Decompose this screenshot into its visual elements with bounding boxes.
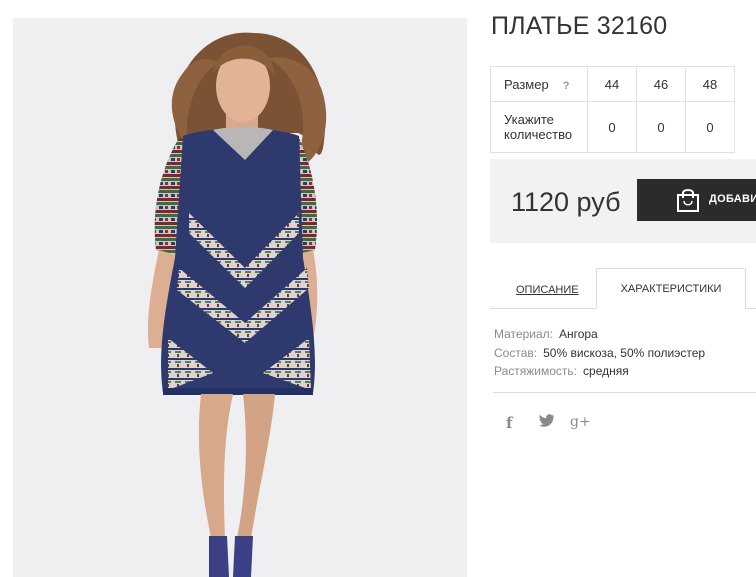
characteristic-value: средняя <box>583 364 629 378</box>
product-photo[interactable] <box>13 18 467 577</box>
characteristic-key: Состав: <box>494 345 538 360</box>
shopping-bag-icon <box>675 187 701 218</box>
characteristic-value: Ангора <box>558 327 598 341</box>
google-plus-icon[interactable]: g+ <box>570 414 591 430</box>
characteristic-row: Материал: Ангора <box>494 325 705 344</box>
size-help-icon[interactable]: ? <box>563 80 570 92</box>
tab-description[interactable]: ОПИСАНИЕ <box>516 284 579 296</box>
quantity-input-44[interactable]: 0 <box>587 101 637 153</box>
size-option-48[interactable]: 48 <box>685 66 735 102</box>
add-to-cart-button[interactable]: ДОБАВИ <box>637 179 756 221</box>
add-to-cart-label: ДОБАВИ <box>709 193 756 205</box>
characteristic-key: Материал: <box>494 327 553 341</box>
buy-box: 1120 руб ДОБАВИ <box>490 159 756 243</box>
quantity-input-46[interactable]: 0 <box>636 101 686 153</box>
size-label: Размер <box>504 76 549 92</box>
product-price: 1120 руб <box>511 187 621 217</box>
tab-characteristics[interactable]: ХАРАКТЕРИСТИКИ <box>596 268 746 309</box>
size-label-cell: Размер? <box>490 66 588 102</box>
characteristics-list: Материал: Ангора Состав: 50% вискоза, 50% … <box>494 325 705 381</box>
social-divider <box>493 392 756 393</box>
twitter-icon[interactable] <box>539 414 555 432</box>
quantity-label-line2: количество <box>504 127 573 142</box>
product-title: ПЛАТЬЕ 32160 <box>491 12 668 40</box>
product-tabs: ОПИСАНИЕ ХАРАКТЕРИСТИКИ <box>490 268 756 309</box>
characteristic-row: Состав: 50% вискоза, 50% полиэстер <box>494 344 705 363</box>
characteristic-value: 50% вискоза, 50% полиэстер <box>543 345 706 360</box>
facebook-icon[interactable]: f <box>506 414 512 432</box>
size-option-46[interactable]: 46 <box>636 66 686 102</box>
characteristic-key: Растяжимость: <box>494 364 578 378</box>
size-option-44[interactable]: 44 <box>587 66 637 102</box>
quantity-label-line1: Укажите <box>504 112 554 127</box>
quantity-label-cell: Укажите количество <box>490 101 588 153</box>
characteristic-row: Растяжимость: средняя <box>494 362 705 381</box>
size-table: Размер? 44 46 48 Укажите количество 0 0 … <box>490 66 735 153</box>
quantity-input-48[interactable]: 0 <box>685 101 735 153</box>
